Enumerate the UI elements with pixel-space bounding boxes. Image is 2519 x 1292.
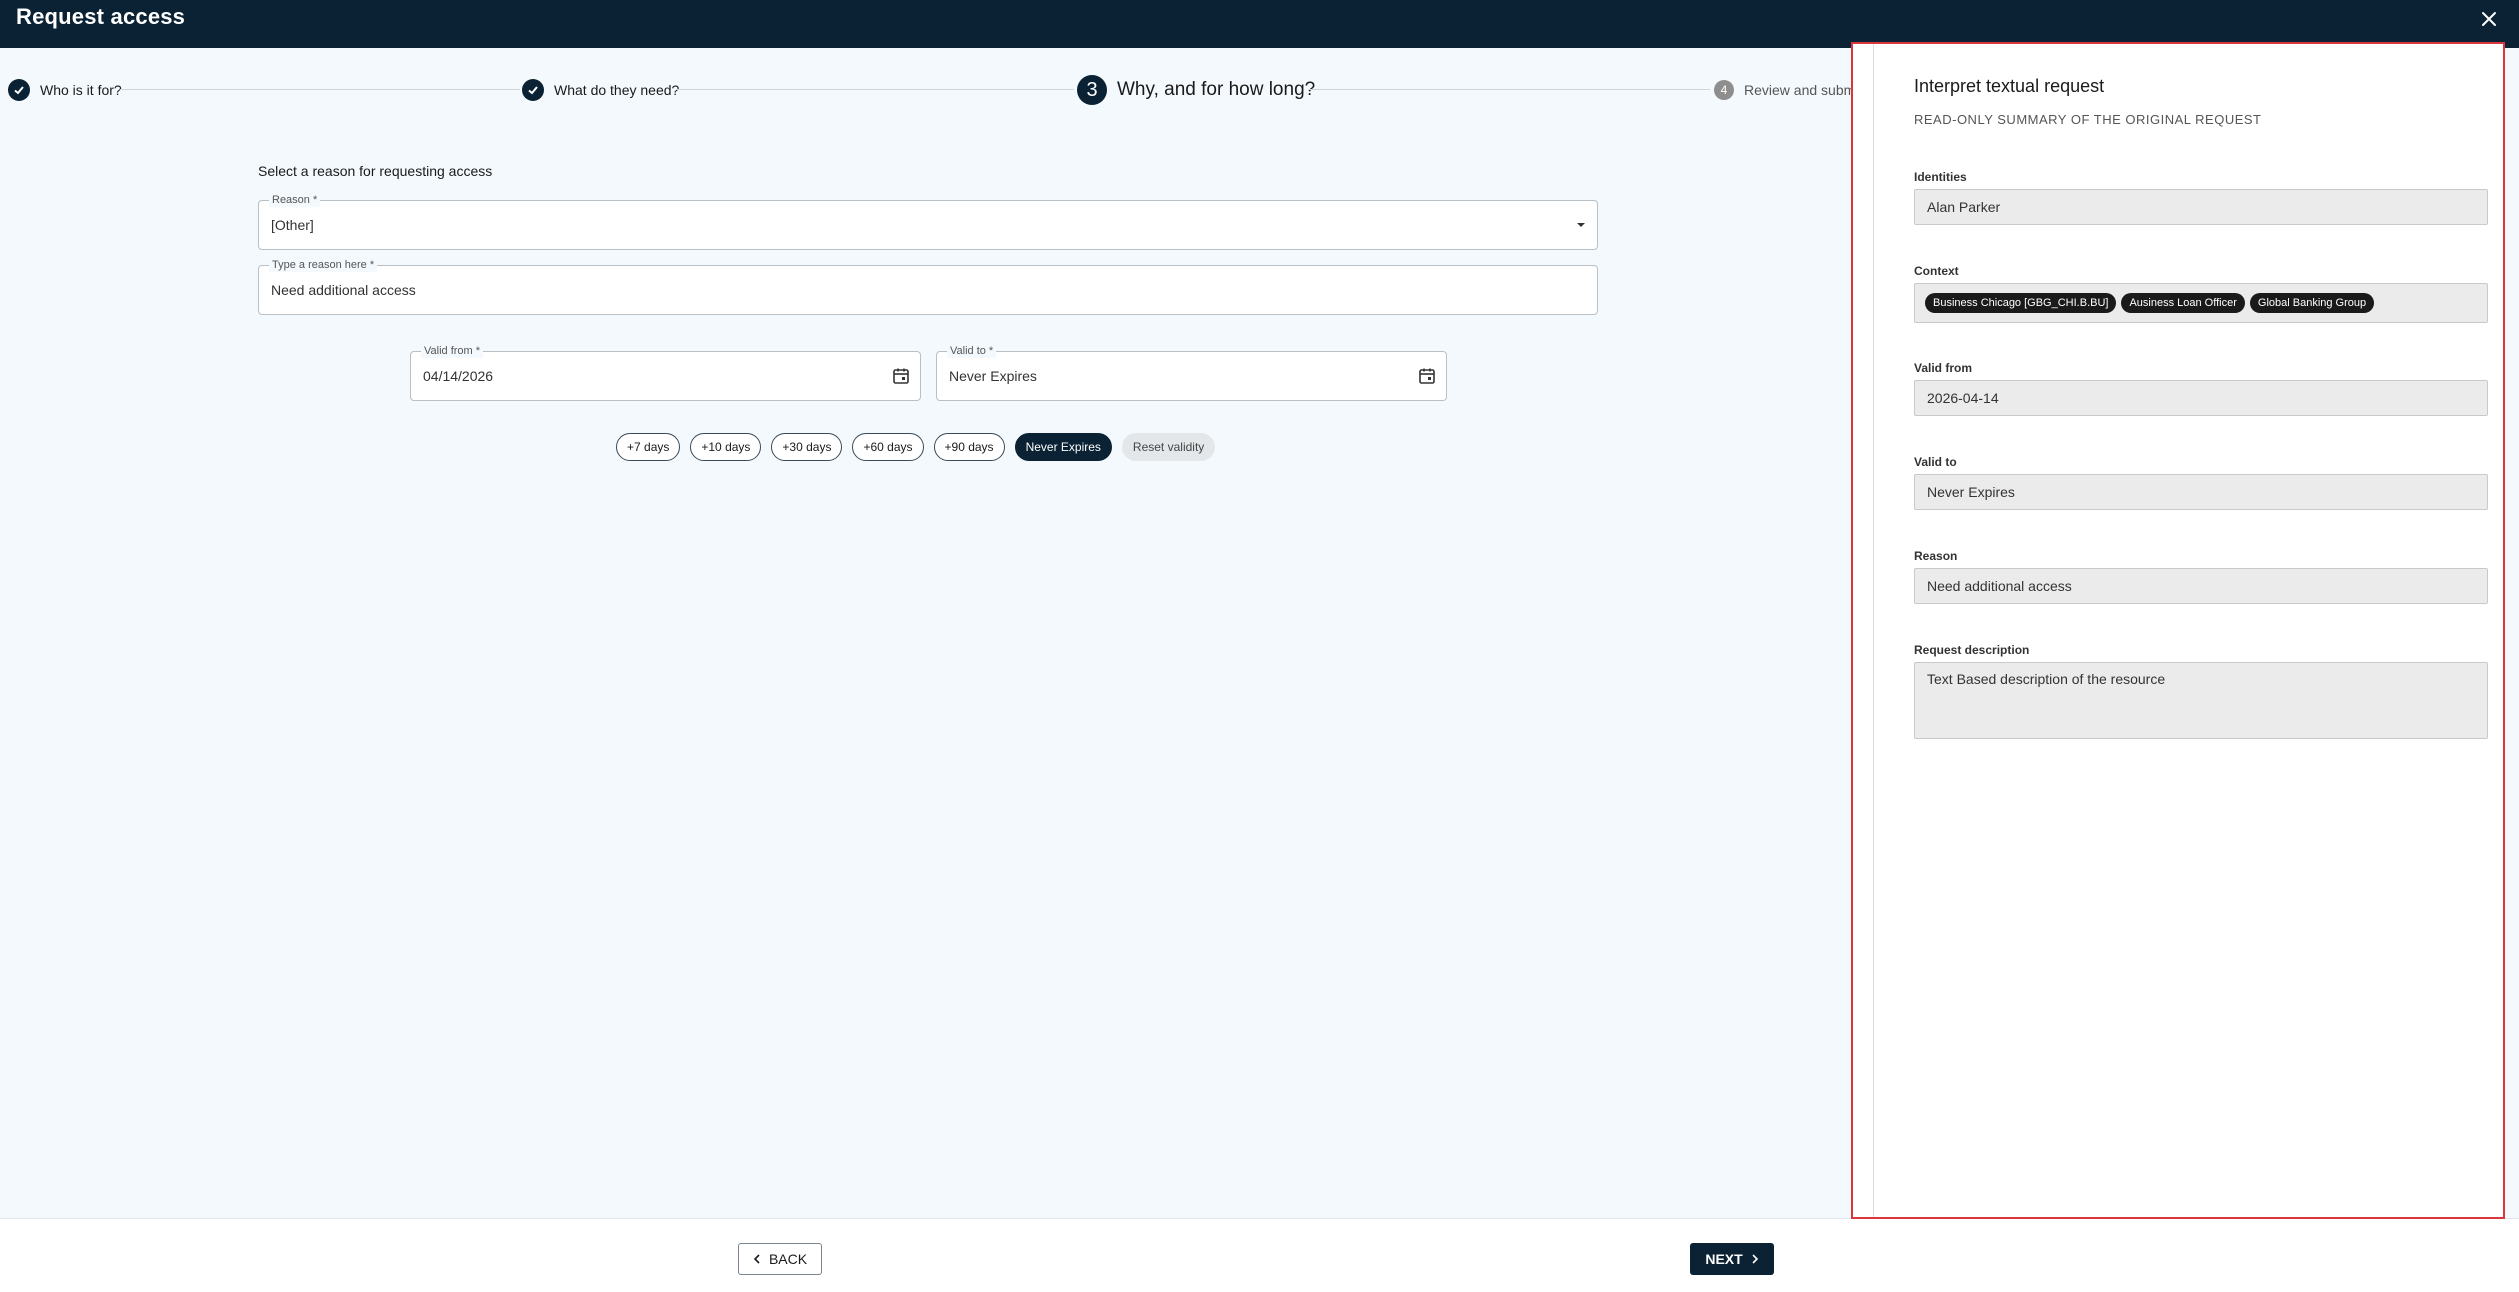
reason-label: Reason (1914, 549, 1958, 563)
step-label: Who is it for? (40, 82, 122, 98)
valid-from-label: Valid from (1914, 361, 1973, 375)
stepper: Who is it for? What do they need? 3 Why,… (0, 70, 1862, 110)
valid-from-value: 04/14/2026 (423, 368, 494, 384)
chip-90-days[interactable]: +90 days (933, 433, 1005, 461)
section-label: Select a reason for requesting access (258, 163, 493, 179)
step-review[interactable]: 4 Review and submit (1714, 70, 1862, 110)
valid-from-group: Valid from 2026-04-14 (1914, 361, 2488, 416)
step-number: 3 (1077, 75, 1107, 105)
chip-7-days[interactable]: +7 days (616, 433, 681, 461)
identities-group: Identities Alan Parker (1914, 170, 2488, 225)
context-tag: Global Banking Group (2249, 293, 2375, 313)
context-group: Context Business Chicago [GBG_CHI.B.BU] … (1914, 264, 2488, 323)
description-group: Request description Text Based descripti… (1914, 643, 2488, 739)
caret-down-icon (1575, 201, 1587, 249)
step-who[interactable]: Who is it for? (8, 70, 122, 110)
valid-from-value: 2026-04-14 (1914, 380, 2488, 416)
description-label: Request description (1914, 643, 2030, 657)
chevron-left-icon (753, 1254, 760, 1264)
chevron-right-icon (1752, 1254, 1758, 1264)
interpret-request-panel: Interpret textual request READ-ONLY SUMM… (1851, 42, 2505, 1219)
context-tag: Business Chicago [GBG_CHI.B.BU] (1925, 293, 2117, 313)
reason-group: Reason Need additional access (1914, 549, 2488, 604)
validity-chips: +7 days +10 days +30 days +60 days +90 d… (616, 433, 1216, 461)
valid-to-group: Valid to Never Expires (1914, 455, 2488, 510)
next-button[interactable]: NEXT (1690, 1243, 1774, 1275)
reason-text-field[interactable]: Type a reason here * Need additional acc… (258, 258, 1598, 315)
valid-from-field[interactable]: Valid from * 04/14/2026 (410, 344, 921, 401)
step-why[interactable]: 3 Why, and for how long? (1077, 70, 1315, 110)
valid-to-value: Never Expires (949, 368, 1037, 384)
valid-to-field[interactable]: Valid to * Never Expires (936, 344, 1447, 401)
chip-never-expires[interactable]: Never Expires (1014, 433, 1112, 461)
reason-text-value: Need additional access (271, 282, 416, 298)
step-what[interactable]: What do they need? (522, 70, 679, 110)
back-label: BACK (768, 1251, 808, 1267)
panel-subtitle: READ-ONLY SUMMARY OF THE ORIGINAL REQUES… (1914, 112, 2262, 127)
description-value: Text Based description of the resource (1914, 662, 2488, 739)
step-label: Why, and for how long? (1117, 79, 1316, 100)
identities-value: Alan Parker (1914, 189, 2488, 225)
valid-to-value: Never Expires (1914, 474, 2488, 510)
calendar-icon[interactable] (892, 352, 910, 400)
reason-select[interactable]: Reason * [Other] (258, 193, 1598, 250)
check-icon (522, 79, 544, 101)
step-number: 4 (1714, 80, 1734, 100)
close-icon[interactable] (2477, 7, 2501, 31)
context-label: Context (1914, 264, 1959, 278)
next-label: NEXT (1705, 1251, 1743, 1267)
panel-body: Interpret textual request READ-ONLY SUMM… (1873, 44, 2505, 1217)
calendar-icon[interactable] (1418, 352, 1436, 400)
chip-10-days[interactable]: +10 days (690, 433, 762, 461)
reason-value: [Other] (271, 217, 314, 233)
identities-label: Identities (1914, 170, 1967, 184)
page-title: Request access (16, 4, 186, 29)
check-icon (8, 79, 30, 101)
chip-reset-validity[interactable]: Reset validity (1121, 433, 1216, 461)
stepper-connector (120, 89, 520, 90)
context-tag: Ausiness Loan Officer (2121, 293, 2245, 313)
back-button[interactable]: BACK (738, 1243, 822, 1275)
valid-to-label: Valid to (1914, 455, 1957, 469)
step-label: What do they need? (554, 82, 680, 98)
chip-60-days[interactable]: +60 days (852, 433, 924, 461)
panel-title: Interpret textual request (1914, 76, 2105, 96)
context-value: Business Chicago [GBG_CHI.B.BU] Ausiness… (1914, 283, 2488, 323)
app-header: Request access (0, 0, 2519, 48)
reason-value: Need additional access (1914, 568, 2488, 604)
step-label: Review and submit (1744, 82, 1863, 98)
footer: BACK NEXT (0, 1218, 2519, 1292)
chip-30-days[interactable]: +30 days (771, 433, 843, 461)
stepper-connector (676, 89, 1074, 90)
stepper-connector (1308, 89, 1710, 90)
